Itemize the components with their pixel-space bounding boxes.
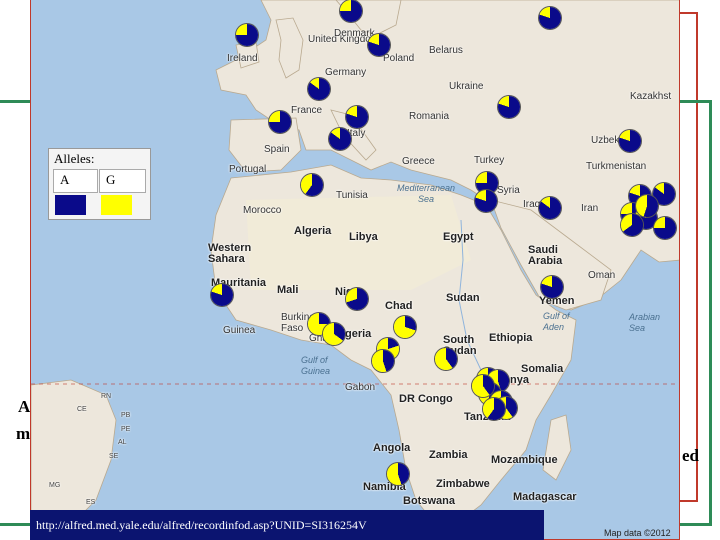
country-label-egypt: Egypt bbox=[443, 231, 474, 243]
country-label-zambia: Zambia bbox=[429, 449, 468, 461]
state-label: SE bbox=[109, 453, 119, 460]
population-pie-marker[interactable] bbox=[329, 128, 351, 150]
country-label-angola: Angola bbox=[373, 442, 411, 454]
allele-frequency-map[interactable]: United Kingdom Ireland Denmark Germany P… bbox=[30, 0, 680, 540]
country-label-mali: Mali bbox=[277, 284, 299, 296]
country-label-western-sahara: Western Sahara bbox=[208, 242, 252, 265]
country-label-belarus: Belarus bbox=[429, 45, 463, 56]
sea-label-arabian-sea: Arabian Sea bbox=[629, 312, 661, 333]
state-label: MG bbox=[49, 482, 61, 489]
population-pie-marker[interactable] bbox=[475, 190, 497, 212]
state-label: PB bbox=[121, 412, 131, 419]
country-label-poland: Poland bbox=[383, 53, 415, 64]
population-pie-marker[interactable] bbox=[387, 463, 409, 485]
country-label-dr-congo: DR Congo bbox=[399, 393, 453, 405]
population-pie-marker[interactable] bbox=[435, 348, 457, 370]
sea-label-gulf-of-guinea: Gulf of Guinea bbox=[301, 355, 331, 376]
country-label-zimbabwe: Zimbabwe bbox=[436, 478, 490, 490]
country-label-sudan: Sudan bbox=[446, 292, 480, 304]
country-label-algeria: Algeria bbox=[294, 225, 332, 237]
population-pie-marker[interactable] bbox=[346, 288, 368, 310]
allele-legend: Alleles: A G bbox=[48, 148, 151, 220]
population-pie-marker[interactable] bbox=[621, 214, 643, 236]
country-label-portugal: Portugal bbox=[229, 164, 267, 175]
source-url[interactable]: http://alfred.med.yale.edu/alfred/record… bbox=[30, 510, 544, 540]
state-label: CE bbox=[77, 406, 87, 413]
population-pie-marker[interactable] bbox=[372, 350, 394, 372]
country-label-guinea: Guinea bbox=[223, 325, 256, 336]
country-label-chad: Chad bbox=[385, 300, 413, 312]
country-label-greece: Greece bbox=[402, 156, 435, 167]
population-pie-marker[interactable] bbox=[539, 197, 561, 219]
population-pie-marker[interactable] bbox=[301, 174, 323, 196]
country-label-libya: Libya bbox=[349, 231, 378, 243]
legend-allele-g-swatch bbox=[101, 195, 132, 215]
country-label-syria: Syria bbox=[497, 185, 520, 196]
population-pie-marker[interactable] bbox=[539, 7, 561, 29]
country-label-gabon: Gabon bbox=[345, 382, 376, 393]
sea-label-gulf-of-aden: Gulf of Aden bbox=[543, 311, 570, 332]
population-pie-marker[interactable] bbox=[269, 111, 291, 133]
population-pie-marker[interactable] bbox=[636, 195, 658, 217]
slide-text-fragment: m bbox=[16, 424, 31, 443]
country-label-iraq: Iraq bbox=[523, 199, 541, 210]
country-label-mozambique: Mozambique bbox=[491, 454, 558, 466]
population-pie-marker[interactable] bbox=[619, 130, 641, 152]
country-label-ukraine: Ukraine bbox=[449, 81, 484, 92]
population-pie-marker[interactable] bbox=[498, 96, 520, 118]
country-label-botswana: Botswana bbox=[403, 495, 455, 507]
map-land-layer bbox=[31, 0, 679, 531]
map-data-credit: Map data ©2012 bbox=[604, 528, 671, 538]
population-pie-marker[interactable] bbox=[346, 106, 368, 128]
state-label: ES bbox=[86, 499, 96, 506]
country-label-ireland: Ireland bbox=[227, 53, 258, 64]
legend-allele-a-swatch bbox=[55, 195, 86, 215]
country-label-ethiopia: Ethiopia bbox=[489, 332, 533, 344]
country-label-morocco: Morocco bbox=[243, 205, 282, 216]
country-label-kazakhstan: Kazakhst bbox=[630, 91, 672, 102]
country-label-oman: Oman bbox=[588, 270, 616, 281]
population-pie-marker[interactable] bbox=[654, 217, 676, 239]
country-label-romania: Romania bbox=[409, 111, 450, 122]
state-label: RN bbox=[101, 393, 112, 400]
country-label-madagascar: Madagascar bbox=[513, 491, 577, 503]
country-label-turkey: Turkey bbox=[474, 155, 505, 166]
slide-text-fragment: ed bbox=[682, 446, 699, 465]
population-pie-marker[interactable] bbox=[541, 276, 563, 298]
population-pie-marker[interactable] bbox=[340, 0, 362, 22]
country-label-iran: Iran bbox=[581, 203, 599, 214]
population-pie-marker[interactable] bbox=[308, 78, 330, 100]
country-label-saudi-arabia: Saudi Arabia bbox=[528, 244, 563, 267]
population-pie-marker[interactable] bbox=[394, 316, 416, 338]
legend-allele-a-label: A bbox=[53, 169, 98, 193]
country-label-tunisia: Tunisia bbox=[336, 190, 368, 201]
country-label-france: France bbox=[291, 105, 323, 116]
state-label: AL bbox=[118, 439, 127, 446]
country-label-turkmenistan: Turkmenistan bbox=[586, 161, 647, 172]
population-pie-marker[interactable] bbox=[472, 375, 494, 397]
population-pie-marker[interactable] bbox=[323, 323, 345, 345]
population-pie-marker[interactable] bbox=[483, 398, 505, 420]
sea-label-mediterranean: Mediterranean Sea bbox=[397, 183, 456, 204]
population-pie-marker[interactable] bbox=[236, 24, 258, 46]
population-pie-marker[interactable] bbox=[211, 284, 233, 306]
legend-title: Alleles: bbox=[54, 151, 95, 166]
slide-text-fragment: A bbox=[18, 397, 31, 416]
country-label-denmark: Denmark bbox=[334, 28, 375, 39]
legend-allele-g-label: G bbox=[99, 169, 146, 193]
country-label-spain: Spain bbox=[264, 144, 290, 155]
state-label: PE bbox=[121, 426, 131, 433]
country-label-yemen: Yemen bbox=[539, 295, 575, 307]
population-pie-marker[interactable] bbox=[368, 34, 390, 56]
country-label-germany: Germany bbox=[325, 67, 367, 78]
